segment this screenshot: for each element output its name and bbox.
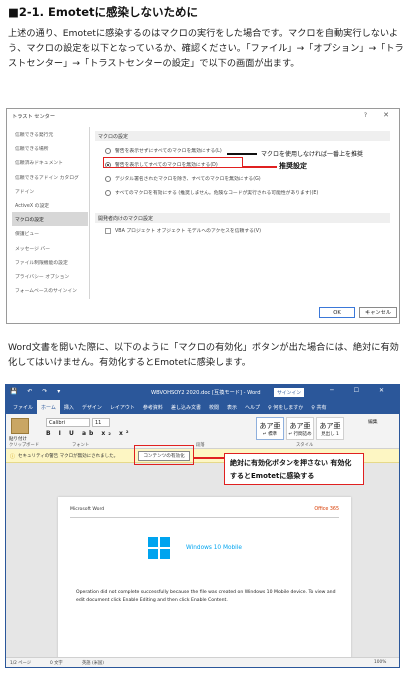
close-icon[interactable]: ✕ <box>383 111 389 119</box>
trust-center-nav: 信頼できる発行元 信頼できる場所 信頼済みドキュメント 信頼できるアドイン カタ… <box>12 127 88 299</box>
word-titlebar: 💾 ↶ ↷ ▾ WBVOHSOY2 2020.doc [互換モード] - Wor… <box>6 385 399 400</box>
nav-item-addins[interactable]: アドイン <box>12 184 88 198</box>
tab-home[interactable]: ホーム <box>37 400 60 414</box>
group-font: フォント <box>72 443 90 448</box>
option-label: すべてのマクロを有効にする (推奨しません。危険なコードが実行される可能性があり… <box>115 191 319 196</box>
window-controls[interactable]: ─ ☐ ✕ <box>330 387 393 394</box>
doc-divider <box>70 517 339 518</box>
nav-item-trusted-publishers[interactable]: 信頼できる発行元 <box>12 127 88 141</box>
signin-button[interactable]: サインイン <box>274 388 304 397</box>
warning-icon: ⓘ <box>10 454 16 460</box>
tab-file[interactable]: ファイル <box>9 400 37 414</box>
windows-logo-icon <box>148 537 170 559</box>
section-heading: ■2-1. Emotetに感染しないために <box>8 5 199 19</box>
help-icon[interactable]: ? <box>364 112 367 119</box>
word-window: 💾 ↶ ↷ ▾ WBVOHSOY2 2020.doc [互換モード] - Wor… <box>5 384 400 668</box>
share-button[interactable]: ♀ 共有 <box>307 400 330 414</box>
cancel-button[interactable]: キャンセル <box>359 307 397 318</box>
security-warning-text: セキュリティの警告 マクロが無効にされました。 <box>18 454 119 459</box>
style-no-spacing[interactable]: あア亜 ↵ 行間詰め <box>286 417 314 440</box>
quick-access-toolbar[interactable]: 💾 ↶ ↷ ▾ <box>10 388 64 395</box>
option-vba-trust[interactable]: VBA プロジェクト オブジェクト モデルへのアクセスを信頼する(V) <box>105 227 261 234</box>
style-preview: あア亜 <box>319 422 341 430</box>
warning-paragraph: Word文書を開いた際に、以下のように「マクロの有効化」ボタンが出た場合には、絶… <box>8 342 399 368</box>
radio-disable-no-notify[interactable] <box>105 147 111 154</box>
radio-enable-all[interactable] <box>105 189 111 196</box>
nav-divider <box>89 127 90 299</box>
annotation-top-recommended: マクロを使用しなければ一番上を推奨 <box>261 151 364 158</box>
doc-logo-text: Windows 10 Mobile <box>186 545 242 551</box>
nav-item-activex[interactable]: ActiveX の設定 <box>12 198 88 212</box>
annotation-recommended: 推奨設定 <box>279 162 307 170</box>
doc-office-label: Office 365 <box>314 507 339 512</box>
nav-item-form-signin[interactable]: フォームベースのサインイン <box>12 283 88 297</box>
option-enable-all[interactable]: すべてのマクロを有効にする (推奨しません。危険なコードが実行される可能性があり… <box>105 189 318 196</box>
paste-icon[interactable] <box>11 418 29 434</box>
tab-help[interactable]: ヘルプ <box>241 400 264 414</box>
tab-review[interactable]: 校閲 <box>205 400 223 414</box>
intro-paragraph: 上述の通り、Emotetに感染するのはマクロの実行をした場合です。マクロを自動実… <box>8 28 404 69</box>
tab-references[interactable]: 参考資料 <box>139 400 167 414</box>
nav-item-privacy[interactable]: プライバシー オプション <box>12 269 88 283</box>
style-heading1[interactable]: あア亜見出し 1 <box>316 417 344 440</box>
dialog-title: トラスト センター <box>12 114 56 120</box>
macro-settings-header: マクロの設定 <box>95 131 390 141</box>
tab-layout[interactable]: レイアウト <box>106 400 139 414</box>
group-clipboard: クリップボード <box>9 443 40 448</box>
option-label: VBA プロジェクト オブジェクト モデルへのアクセスを信頼する(V) <box>115 229 261 234</box>
status-zoom[interactable]: 100% <box>374 660 386 665</box>
nav-item-protected-view[interactable]: 保護ビュー <box>12 226 88 240</box>
tab-design[interactable]: デザイン <box>78 400 106 414</box>
warning-callout: 絶対に有効化ボタンを押さない 有効化するとEmotetに感染する <box>224 453 364 485</box>
option-disable-no-notify[interactable]: 警告を表示せずにすべてのマクロを無効にする(L) <box>105 147 222 154</box>
doc-lure-message: Operation did not complete successfully … <box>76 590 336 603</box>
style-preview: あア亜 <box>289 422 311 430</box>
document-title: WBVOHSOY2 2020.doc [互換モード] - Word <box>151 390 261 396</box>
group-styles: スタイル <box>296 443 314 448</box>
tab-mailings[interactable]: 差し込み文書 <box>167 400 205 414</box>
nav-item-trusted-locations[interactable]: 信頼できる場所 <box>12 141 88 155</box>
annotation-line-recommended <box>243 166 277 168</box>
font-name-box[interactable]: Calibri <box>46 418 90 427</box>
developer-macro-header: 開発者向けのマクロ設定 <box>95 213 390 223</box>
option-label: デジタル署名されたマクロを除き、すべてのマクロを無効にする(G) <box>115 177 261 182</box>
ribbon-group-labels: クリップボード フォント 段落 スタイル <box>6 441 399 449</box>
style-label: 見出し 1 <box>321 432 339 437</box>
option-label: 警告を表示せずにすべてのマクロを無効にする(L) <box>115 149 222 154</box>
status-page[interactable]: 1/2 ページ <box>10 660 31 666</box>
font-size-box[interactable]: 11 <box>92 418 110 427</box>
editing-button[interactable]: 編集 <box>368 418 378 425</box>
doc-header-text: Microsoft Word <box>70 507 105 512</box>
style-normal[interactable]: あア亜 ↵ 標準 <box>256 417 284 440</box>
group-paragraph: 段落 <box>196 443 205 448</box>
nav-item-message-bar[interactable]: メッセージ バー <box>12 241 88 255</box>
style-label: ↵ 行間詰め <box>288 432 312 437</box>
ok-button[interactable]: OK <box>319 307 355 318</box>
checkbox-vba-trust[interactable] <box>105 227 111 234</box>
status-words[interactable]: 0 文字 <box>50 660 63 666</box>
document-page: Microsoft Word Office 365 Windows 10 Mob… <box>58 497 351 661</box>
nav-item-file-block[interactable]: ファイル制限機能の設定 <box>12 255 88 269</box>
status-bar: 1/2 ページ 0 文字 英語 (米国) 100% <box>6 657 399 667</box>
recommended-highlight-box <box>103 157 243 168</box>
style-label: ↵ 標準 <box>262 432 278 437</box>
font-format-buttons[interactable]: B I U ab x₂ x² <box>46 430 131 437</box>
tell-me-search[interactable]: ♀ 何をしますか <box>264 400 307 414</box>
ribbon-tabs: ファイル ホーム 挿入 デザイン レイアウト 参考資料 差し込み文書 校閲 表示… <box>6 400 399 414</box>
callout-connector <box>194 457 224 459</box>
tab-view[interactable]: 表示 <box>223 400 241 414</box>
style-preview: あア亜 <box>259 422 281 430</box>
radio-digitally-signed[interactable] <box>105 175 111 182</box>
enable-content-highlight <box>134 445 194 465</box>
trust-center-dialog: トラスト センター ? ✕ 信頼できる発行元 信頼できる場所 信頼済みドキュメン… <box>6 108 400 324</box>
status-language[interactable]: 英語 (米国) <box>82 660 104 666</box>
nav-item-macro-settings[interactable]: マクロの設定 <box>12 212 88 227</box>
nav-item-addin-catalogs[interactable]: 信頼できるアドイン カタログ <box>12 170 88 184</box>
option-digitally-signed[interactable]: デジタル署名されたマクロを除き、すべてのマクロを無効にする(G) <box>105 175 261 182</box>
tab-insert[interactable]: 挿入 <box>60 400 78 414</box>
annotation-line-top <box>227 153 257 155</box>
nav-item-trusted-documents[interactable]: 信頼済みドキュメント <box>12 155 88 169</box>
